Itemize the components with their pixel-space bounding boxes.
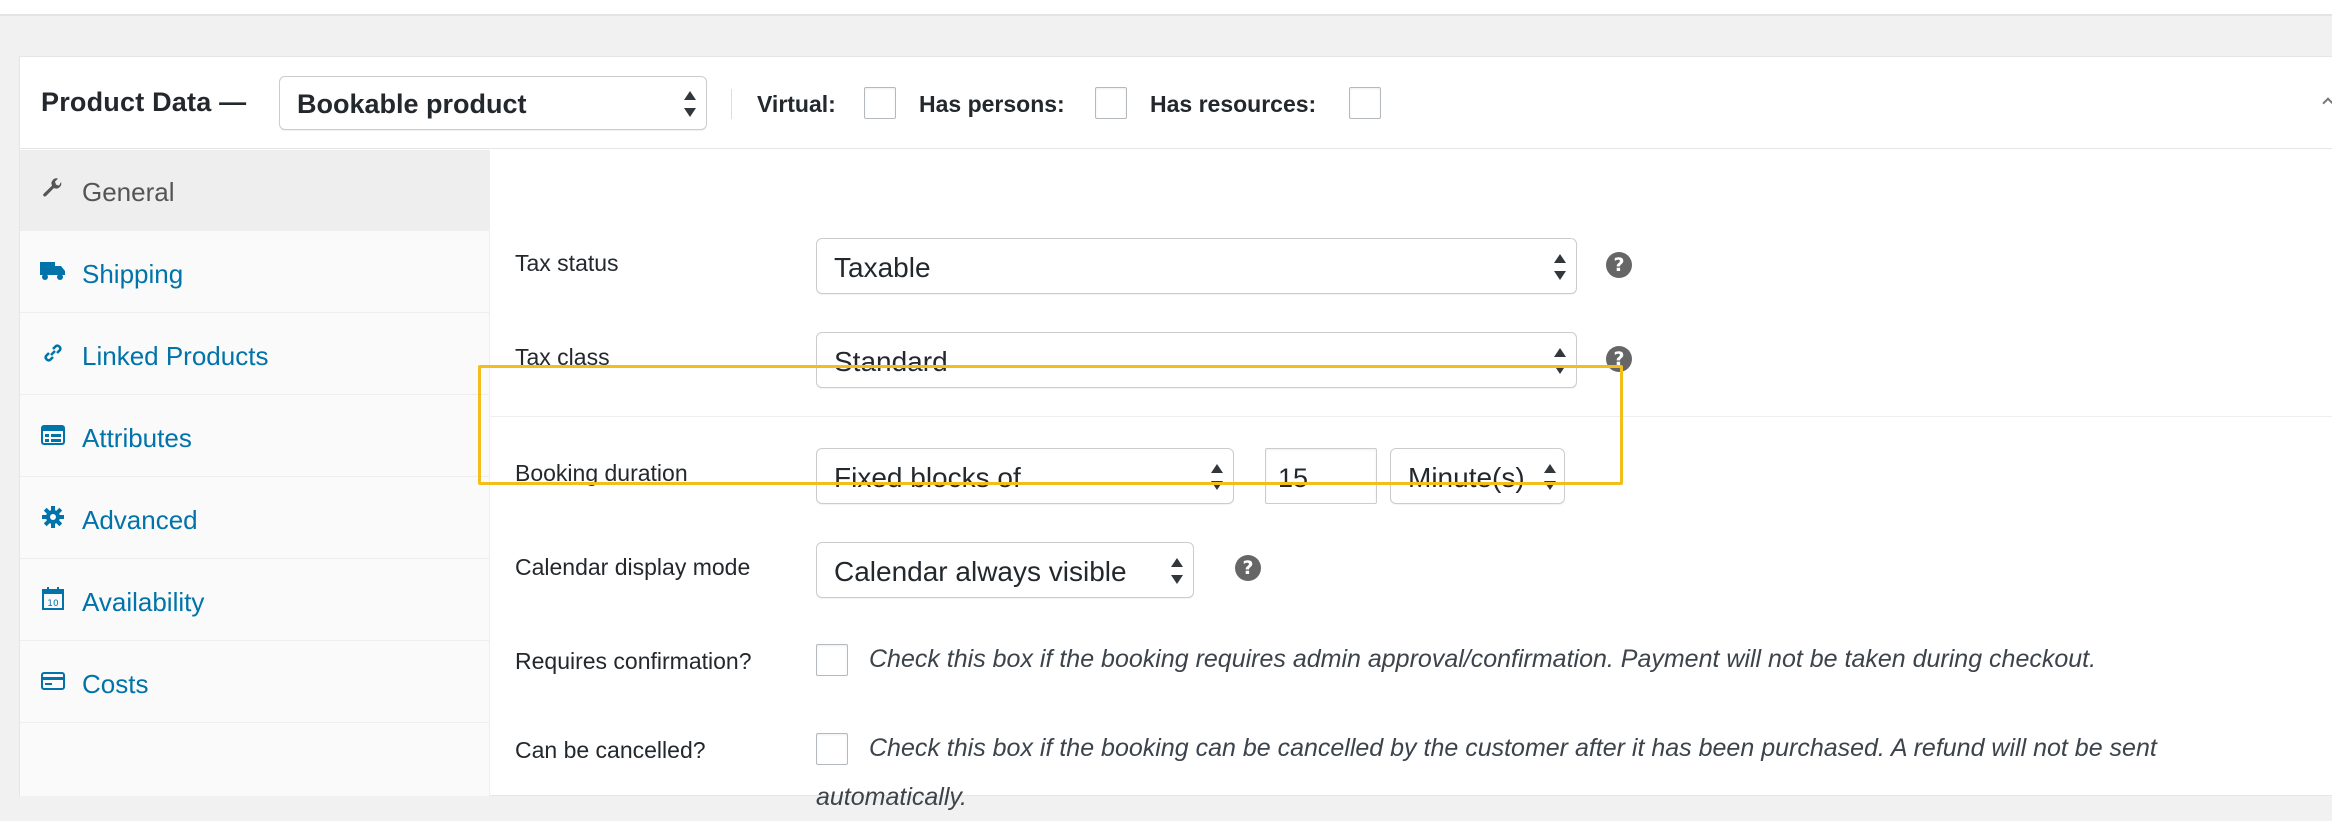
card-icon — [40, 668, 66, 694]
link-icon — [40, 340, 66, 366]
product-type-value: Bookable product — [297, 89, 527, 119]
has-resources-label: Has resources: — [1150, 91, 1317, 117]
requires-confirmation-label: Requires confirmation? — [515, 648, 752, 674]
virtual-label: Virtual: — [757, 91, 836, 117]
previous-panel-edge — [0, 0, 2332, 16]
tab-linked-products[interactable]: Linked Products — [20, 314, 490, 395]
has-persons-checkbox[interactable] — [1095, 87, 1127, 119]
tab-general[interactable]: General — [20, 150, 490, 231]
tax-status-select[interactable]: Taxable — [816, 238, 1577, 294]
requires-confirmation-description: Check this box if the booking requires a… — [869, 645, 2097, 673]
svg-text:10: 10 — [47, 599, 59, 609]
virtual-checkbox[interactable] — [864, 87, 896, 119]
tab-shipping[interactable]: Shipping — [20, 232, 490, 313]
has-persons-label: Has persons: — [919, 91, 1065, 117]
select-arrows-icon — [1554, 254, 1566, 280]
has-resources-checkbox[interactable] — [1349, 87, 1381, 119]
can-be-cancelled-label: Can be cancelled? — [515, 737, 706, 763]
tax-status-value: Taxable — [834, 252, 931, 283]
header-divider — [731, 89, 732, 119]
tab-attributes[interactable]: Attributes — [20, 396, 490, 477]
requires-confirmation-checkbox[interactable] — [816, 644, 848, 676]
product-type-select[interactable]: Bookable product — [279, 76, 707, 130]
product-data-tabs: General Shipping Linked Products Attribu… — [20, 150, 490, 796]
tab-availability[interactable]: 10 Availability — [20, 560, 490, 641]
can-be-cancelled-checkbox[interactable] — [816, 733, 848, 765]
product-data-title: Product Data — — [41, 87, 247, 117]
tab-advanced[interactable]: Advanced — [20, 478, 490, 559]
tab-label: General — [82, 177, 175, 207]
help-icon[interactable]: ? — [1235, 555, 1261, 581]
calendar-icon: 10 — [40, 586, 66, 612]
tab-label: Attributes — [82, 423, 192, 453]
booking-duration-highlight — [478, 365, 1623, 485]
wrench-icon — [40, 176, 66, 202]
tab-label: Shipping — [82, 259, 184, 289]
tab-label: Advanced — [82, 505, 198, 535]
select-arrows-icon — [684, 91, 696, 117]
tab-label: Costs — [82, 669, 149, 699]
gear-icon — [40, 504, 66, 530]
truck-icon — [40, 258, 66, 284]
calendar-display-mode-label: Calendar display mode — [515, 554, 751, 580]
select-arrows-icon — [1171, 558, 1183, 584]
can-be-cancelled-description: Check this box if the booking can be can… — [869, 734, 2157, 762]
tab-costs[interactable]: Costs — [20, 642, 490, 723]
calendar-display-mode-select[interactable]: Calendar always visible — [816, 542, 1194, 598]
product-data-header: Product Data — Bookable product Virtual:… — [20, 57, 2332, 149]
collapse-toggle-icon[interactable] — [2322, 97, 2332, 109]
help-icon[interactable]: ? — [1606, 252, 1632, 278]
list-icon — [40, 422, 66, 448]
tax-status-label: Tax status — [515, 250, 619, 276]
tab-label: Availability — [82, 587, 205, 617]
calendar-display-mode-value: Calendar always visible — [834, 556, 1127, 587]
tab-label: Linked Products — [82, 341, 269, 371]
can-be-cancelled-description-continued: automatically. — [816, 783, 967, 811]
